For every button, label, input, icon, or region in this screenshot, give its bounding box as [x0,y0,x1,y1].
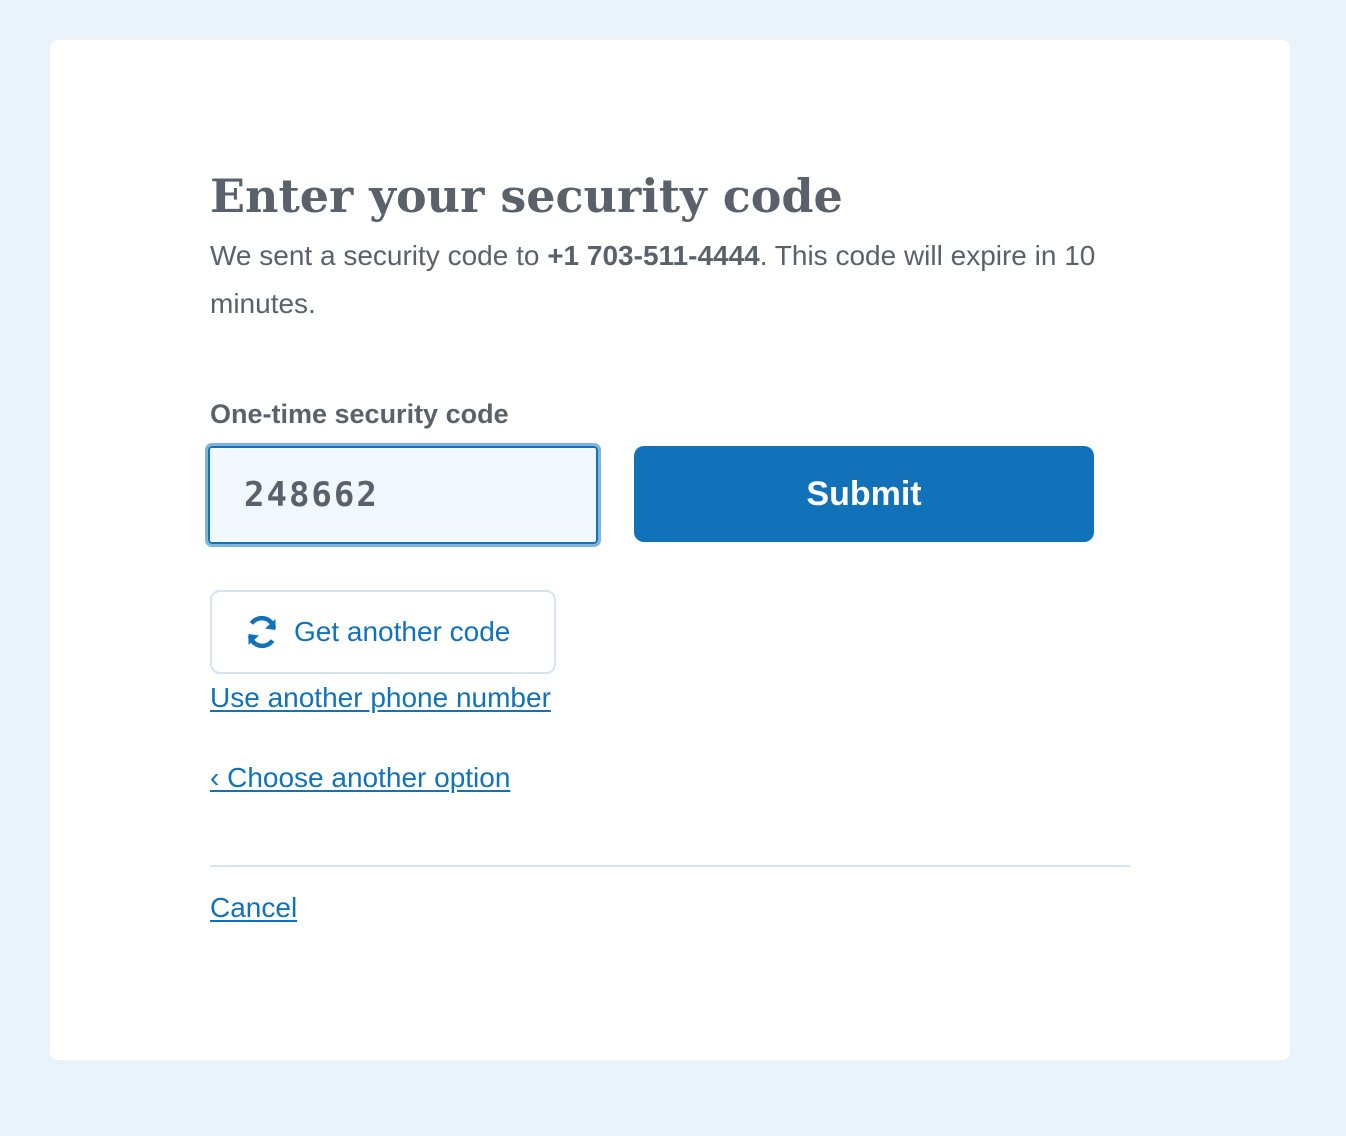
page-title: Enter your security code [210,169,843,223]
get-another-code-label: Get another code [294,616,511,647]
intro-text: We sent a security code to +1 703-511-44… [210,232,1120,328]
choose-another-option-link[interactable]: ‹ Choose another option [210,760,510,796]
submit-button[interactable]: Submit [634,446,1094,542]
divider [210,865,1130,867]
phone-number: +1 703-511-4444 [547,240,760,271]
use-another-phone-link[interactable]: Use another phone number [210,680,551,716]
refresh-icon [244,614,280,650]
code-field-label: One-time security code [210,399,509,429]
cancel-link[interactable]: Cancel [210,890,297,926]
security-code-card: Enter your security code We sent a secur… [50,40,1290,1060]
get-another-code-button[interactable]: Get another code [210,590,556,674]
intro-prefix: We sent a security code to [210,240,548,271]
security-code-input[interactable] [205,443,601,547]
